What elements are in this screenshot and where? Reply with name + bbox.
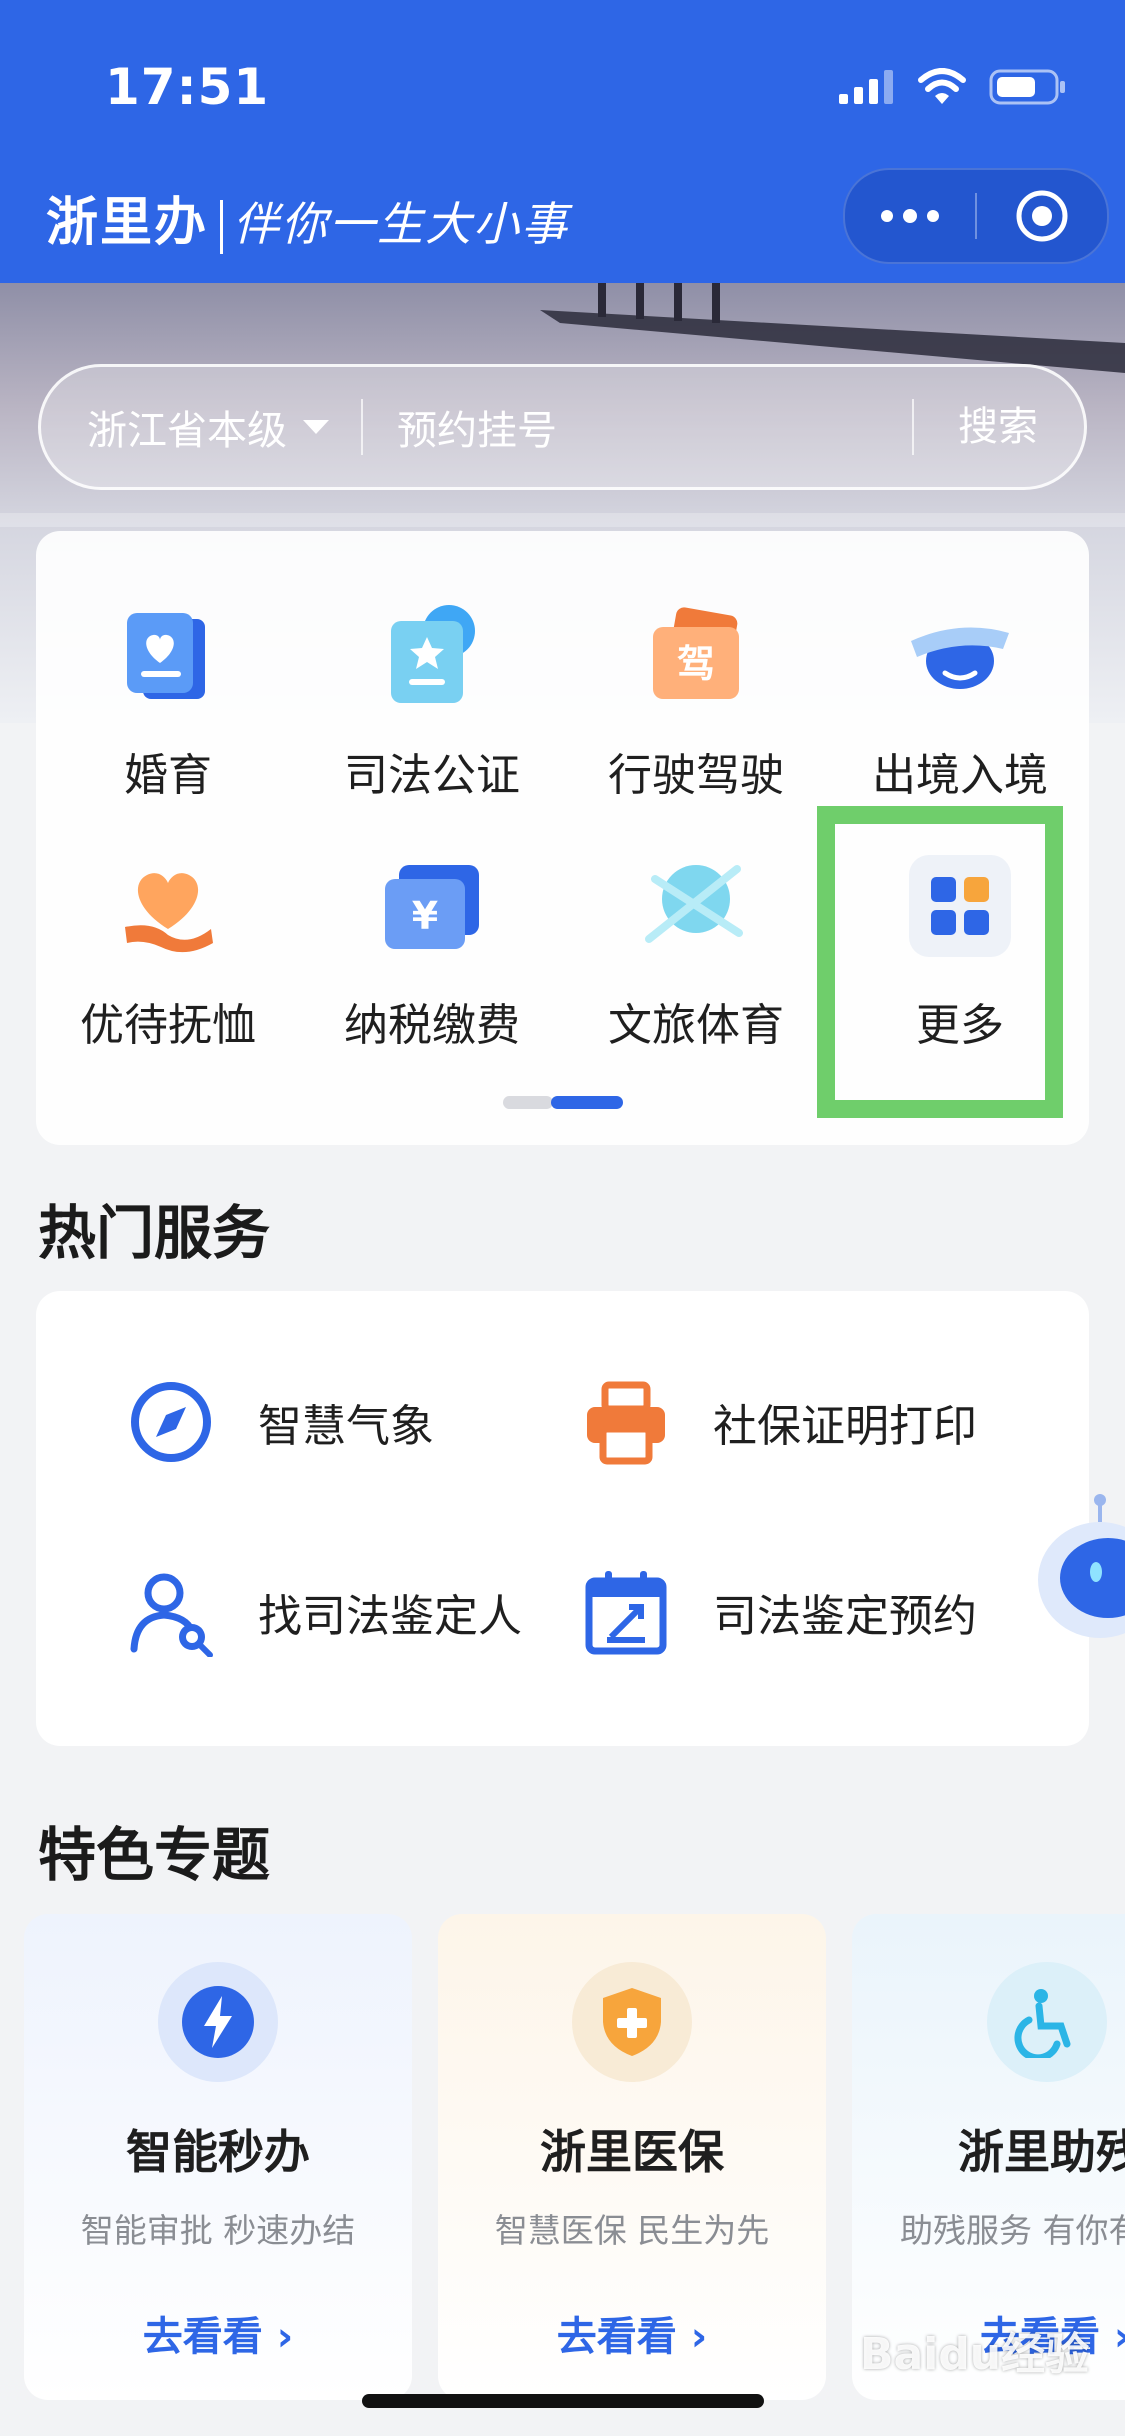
more-options-button[interactable] (845, 170, 975, 262)
category-item-benefits[interactable]: 优待抚恤 (36, 851, 300, 1053)
topic-subtitle: 助残服务 有你有我 (900, 2211, 1125, 2250)
person-search-icon (130, 1573, 213, 1657)
category-item-tourism[interactable]: 文旅体育 (564, 851, 828, 1053)
topic-title: 智能秒办 (126, 2125, 310, 2179)
wifi-icon (918, 68, 966, 104)
assistant-robot-icon[interactable] (1030, 1480, 1125, 1670)
category-label: 出境入境 (872, 750, 1048, 801)
category-label: 优待抚恤 (80, 1000, 256, 1051)
highlight-box (817, 806, 1063, 1118)
calendar-icon (585, 1571, 667, 1655)
wheelchair-icon (987, 1962, 1107, 2082)
mini-program-capsule (843, 168, 1109, 264)
page-indicator (503, 1096, 623, 1109)
close-mini-program-button[interactable] (977, 170, 1107, 262)
region-label: 浙江省本级 (87, 408, 287, 454)
category-label: 司法公证 (344, 750, 520, 801)
tourism-icon (641, 851, 751, 961)
status-icons (839, 62, 1067, 112)
service-label: 社保证明打印 (713, 1401, 977, 1452)
topic-card-medical[interactable]: 浙里医保 智慧医保 民生为先 去看看 › (438, 1914, 826, 2400)
category-label: 行驶驾驶 (608, 750, 784, 801)
search-divider (361, 399, 363, 455)
status-time: 17:51 (105, 58, 270, 116)
topic-title: 浙里医保 (540, 2125, 724, 2179)
topic-link[interactable]: 去看看 › (24, 2304, 412, 2362)
home-indicator[interactable] (362, 2394, 764, 2408)
svg-text:驾: 驾 (677, 642, 715, 686)
service-label: 找司法鉴定人 (258, 1591, 522, 1642)
service-label: 司法鉴定预约 (713, 1591, 977, 1642)
svg-text:¥: ¥ (412, 894, 438, 938)
topic-subtitle: 智慧医保 民生为先 (494, 2211, 770, 2250)
driving-icon: 驾 (641, 601, 751, 711)
lightning-icon (158, 1962, 278, 2082)
topic-subtitle: 智能审批 秒速办结 (80, 2211, 356, 2250)
medical-shield-icon (572, 1962, 692, 2082)
notary-icon (377, 601, 487, 711)
category-label: 纳税缴费 (344, 1000, 520, 1051)
category-item-driving[interactable]: 驾 行驶驾驶 (564, 601, 828, 803)
search-button[interactable]: 搜索 (912, 399, 1084, 455)
special-topics-title: 特色专题 (38, 1821, 271, 1889)
more-dots-icon (881, 209, 939, 223)
airplane-icon (905, 601, 1015, 711)
service-item-appraisal-booking[interactable]: 司法鉴定预约 (581, 1567, 977, 1657)
hot-services-card: 智慧气象 社保证明打印 找司法鉴定人 司法鉴定预约 (36, 1291, 1089, 1746)
target-icon (1016, 190, 1068, 242)
watermark: Baidu经验 (860, 2329, 1090, 2380)
brand-name: 浙里办 (46, 192, 209, 253)
battery-icon (989, 69, 1065, 105)
brand-slogan: 伴你一生大小事 (233, 197, 570, 251)
category-item-marriage[interactable]: 婚育 (36, 601, 300, 803)
category-item-immigration[interactable]: 出境入境 (828, 601, 1092, 803)
search-bar: 浙江省本级 预约挂号 搜索 (38, 364, 1087, 490)
topic-title: 浙里助残 (958, 2125, 1125, 2179)
category-item-notary[interactable]: 司法公证 (300, 601, 564, 803)
category-label: 文旅体育 (608, 1000, 784, 1051)
printer-icon (587, 1381, 665, 1465)
tax-icon: ¥ (377, 851, 487, 961)
service-item-weather[interactable]: 智慧气象 (126, 1377, 434, 1467)
compass-icon (131, 1382, 211, 1462)
brand: 浙里办 伴你一生大小事 (46, 180, 569, 255)
search-input[interactable]: 预约挂号 (397, 398, 912, 456)
service-item-find-appraiser[interactable]: 找司法鉴定人 (126, 1567, 522, 1657)
hot-services-title: 热门服务 (38, 1199, 271, 1267)
marriage-icon (113, 601, 223, 711)
service-label: 智慧气象 (258, 1401, 434, 1452)
page-dot-active (551, 1096, 623, 1109)
heart-hand-icon (113, 851, 223, 961)
category-label: 婚育 (124, 750, 212, 801)
region-selector[interactable]: 浙江省本级 (41, 398, 329, 456)
topic-card-smart[interactable]: 智能秒办 智能审批 秒速办结 去看看 › (24, 1914, 412, 2400)
signal-icon (839, 70, 893, 104)
category-item-tax[interactable]: ¥ 纳税缴费 (300, 851, 564, 1053)
caret-down-icon (303, 420, 329, 434)
service-item-social-security[interactable]: 社保证明打印 (581, 1377, 977, 1467)
topic-link[interactable]: 去看看 › (438, 2304, 826, 2362)
brand-divider (220, 199, 224, 254)
page-dot (503, 1096, 553, 1109)
